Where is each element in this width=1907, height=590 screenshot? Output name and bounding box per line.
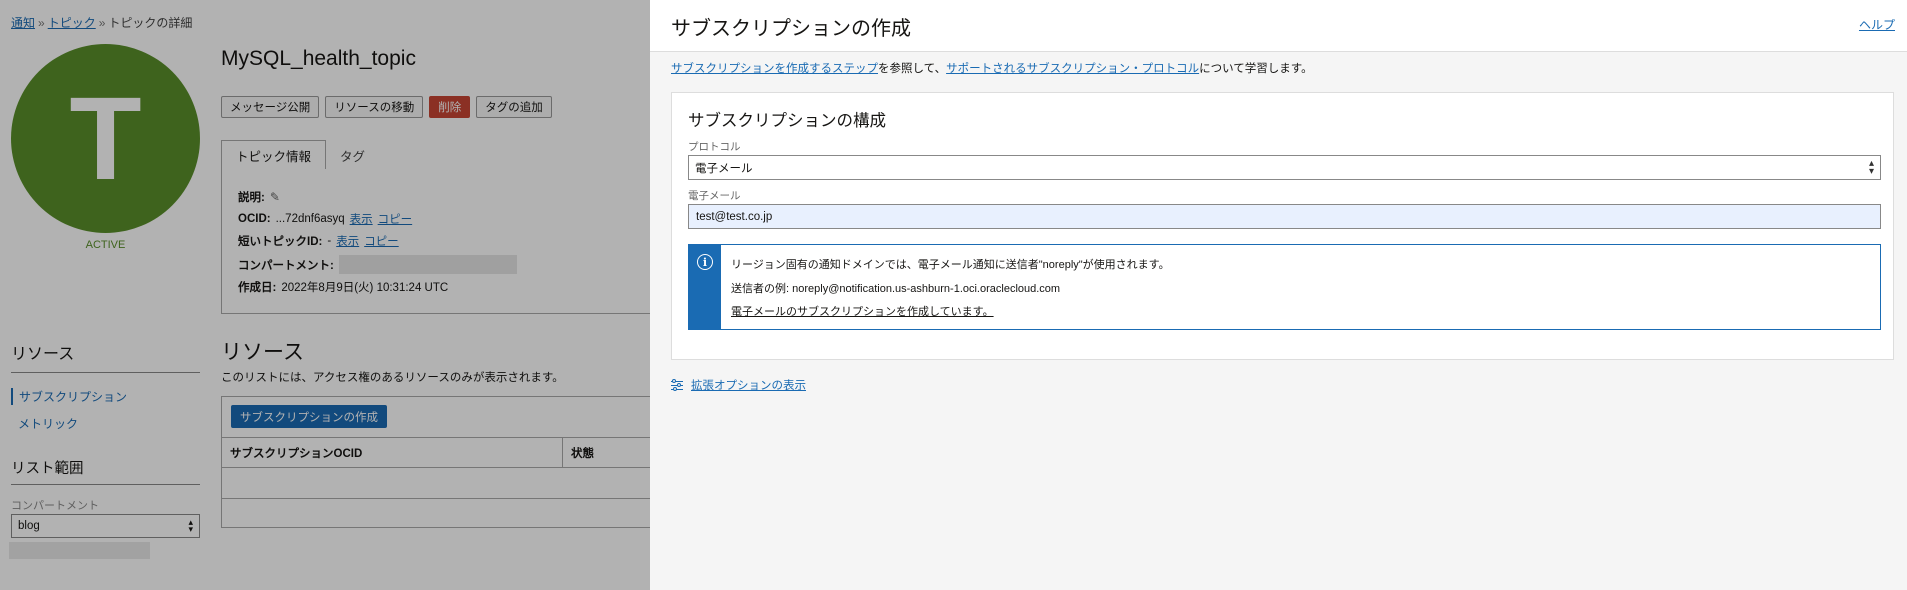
intro-text-2: について学習します。 bbox=[1199, 63, 1313, 75]
info-message-box: i リージョン固有の通知ドメインでは、電子メール通知に送信者"noreply"が… bbox=[688, 244, 1881, 330]
description-label: 説明: bbox=[238, 192, 265, 204]
ocid-row: OCID: ...72dnf6asyq 表示 コピー bbox=[238, 211, 412, 227]
email-field[interactable] bbox=[688, 204, 1881, 229]
delete-button[interactable]: 削除 bbox=[429, 96, 471, 118]
protocol-select[interactable]: 電子メール ▴ ▾ bbox=[688, 155, 1881, 180]
create-subscription-button[interactable]: サブスクリプションの作成 bbox=[231, 405, 387, 428]
subscription-config-card: サブスクリプションの構成 プロトコル 電子メール ▴▾ 電子メール i リージョ… bbox=[671, 92, 1894, 360]
compartment-select-value: blog bbox=[18, 520, 40, 532]
breadcrumb-sep: » bbox=[38, 16, 45, 30]
short-id-show-link[interactable]: 表示 bbox=[336, 233, 359, 249]
created-row: 作成日: 2022年8月9日(火) 10:31:24 UTC bbox=[238, 279, 448, 295]
compartment-select[interactable]: blog ▴ ▾ bbox=[11, 514, 200, 538]
column-header-state[interactable]: 状態 bbox=[563, 438, 594, 467]
help-link[interactable]: ヘルプ bbox=[1859, 16, 1895, 33]
sliders-icon bbox=[671, 379, 683, 391]
tab-tags[interactable]: タグ bbox=[326, 140, 379, 170]
breadcrumb: 通知» トピック» トピックの詳細 bbox=[11, 14, 192, 31]
steps-link[interactable]: サブスクリプションを作成するステップ bbox=[671, 63, 878, 75]
resources-heading: リソース bbox=[221, 341, 304, 364]
card-title: サブスクリプションの構成 bbox=[688, 112, 886, 130]
redacted-block bbox=[9, 542, 150, 559]
table-header: サブスクリプションOCID 状態 bbox=[222, 437, 650, 468]
sidebar-resources-heading: リソース bbox=[11, 346, 75, 363]
move-resource-button[interactable]: リソースの移動 bbox=[325, 96, 424, 118]
status-badge: ACTIVE bbox=[85, 239, 126, 251]
topic-avatar: T bbox=[11, 44, 200, 233]
divider bbox=[11, 484, 200, 485]
email-label: 電子メール bbox=[688, 190, 741, 202]
resources-description: このリストには、アクセス権のあるリソースのみが表示されます。 bbox=[221, 372, 564, 384]
ocid-value: ...72dnf6asyq bbox=[275, 213, 345, 225]
protocol-select-value: 電子メール bbox=[695, 162, 753, 175]
protocol-label: プロトコル bbox=[688, 141, 741, 153]
breadcrumb-topics[interactable]: トピック bbox=[48, 16, 96, 30]
topic-detail-page: 通知» トピック» トピックの詳細 T ACTIVE MySQL_health_to… bbox=[0, 0, 650, 590]
intro-text: サブスクリプションを作成するステップを参照して、サポートされるサブスクリプション… bbox=[671, 60, 1313, 76]
divider bbox=[11, 372, 200, 373]
advanced-options-toggle[interactable]: 拡張オプションの表示 bbox=[671, 377, 806, 393]
compartment-label: コンパートメント: bbox=[238, 259, 334, 272]
sidebar-scope-heading: リスト範囲 bbox=[11, 461, 84, 477]
add-tags-button[interactable]: タグの追加 bbox=[476, 96, 552, 118]
short-id-copy-link[interactable]: コピー bbox=[364, 233, 399, 249]
tab-topic-info[interactable]: トピック情報 bbox=[221, 140, 327, 170]
created-label: 作成日: bbox=[238, 282, 277, 294]
advanced-options-link[interactable]: 拡張オプションの表示 bbox=[691, 377, 806, 393]
sidebar-item-metrics[interactable]: メトリック bbox=[11, 415, 78, 432]
compartment-filter-label: コンパートメント bbox=[11, 500, 99, 512]
intro-text-1: を参照して、 bbox=[878, 63, 947, 75]
compartment-redacted bbox=[338, 255, 517, 274]
breadcrumb-notifications[interactable]: 通知 bbox=[11, 16, 35, 30]
subscriptions-table: サブスクリプションの作成 サブスクリプションOCID 状態 bbox=[221, 396, 650, 528]
short-id-label: 短いトピックID: bbox=[238, 236, 323, 248]
create-subscription-drawer: サブスクリプションの作成 ヘルプ サブスクリプションを作成するステップを参照して… bbox=[650, 0, 1907, 590]
topic-info-panel: 説明: ✎ OCID: ...72dnf6asyq 表示 コピー 短いトピックI… bbox=[221, 169, 650, 314]
ocid-copy-link[interactable]: コピー bbox=[378, 211, 413, 227]
edit-pencil-icon[interactable]: ✎ bbox=[270, 190, 280, 204]
select-arrows-icon: ▴ ▾ bbox=[1868, 157, 1874, 177]
drawer-header: サブスクリプションの作成 ヘルプ bbox=[650, 0, 1907, 52]
short-id-row: 短いトピックID: - 表示 コピー bbox=[238, 233, 399, 249]
info-line-1: リージョン固有の通知ドメインでは、電子メール通知に送信者"noreply"が使用… bbox=[731, 259, 1170, 271]
column-header-ocid[interactable]: サブスクリプションOCID bbox=[222, 438, 563, 467]
select-arrows-icon: ▴ ▾ bbox=[188, 516, 193, 534]
protocols-link[interactable]: サポートされるサブスクリプション・プロトコル bbox=[946, 63, 1199, 75]
avatar-letter: T bbox=[69, 72, 142, 205]
publish-message-button[interactable]: メッセージ公開 bbox=[221, 96, 320, 118]
detail-tabs: トピック情報 タグ bbox=[221, 140, 379, 170]
info-line-2: 送信者の例: noreply@notification.us-ashburn-1… bbox=[731, 283, 1061, 295]
sidebar-item-subscriptions[interactable]: サブスクリプション bbox=[11, 388, 127, 405]
short-id-value: - bbox=[327, 235, 332, 247]
action-bar: メッセージ公開 リソースの移動 削除 タグの追加 bbox=[221, 96, 552, 118]
ocid-label: OCID: bbox=[238, 213, 271, 225]
page-title: MySQL_health_topic bbox=[221, 47, 416, 70]
description-row: 説明: ✎ bbox=[238, 189, 280, 205]
info-icon: i bbox=[697, 254, 713, 270]
breadcrumb-current: トピックの詳細 bbox=[108, 16, 193, 30]
compartment-row: コンパートメント: bbox=[238, 255, 517, 274]
table-row bbox=[222, 468, 650, 499]
breadcrumb-sep: » bbox=[98, 16, 106, 30]
created-value: 2022年8月9日(火) 10:31:24 UTC bbox=[281, 282, 449, 294]
drawer-title: サブスクリプションの作成 bbox=[671, 18, 911, 40]
email-subscription-doc-link[interactable]: 電子メールのサブスクリプションを作成しています。 bbox=[731, 303, 994, 319]
ocid-show-link[interactable]: 表示 bbox=[350, 211, 373, 227]
info-strip: i bbox=[689, 245, 721, 329]
